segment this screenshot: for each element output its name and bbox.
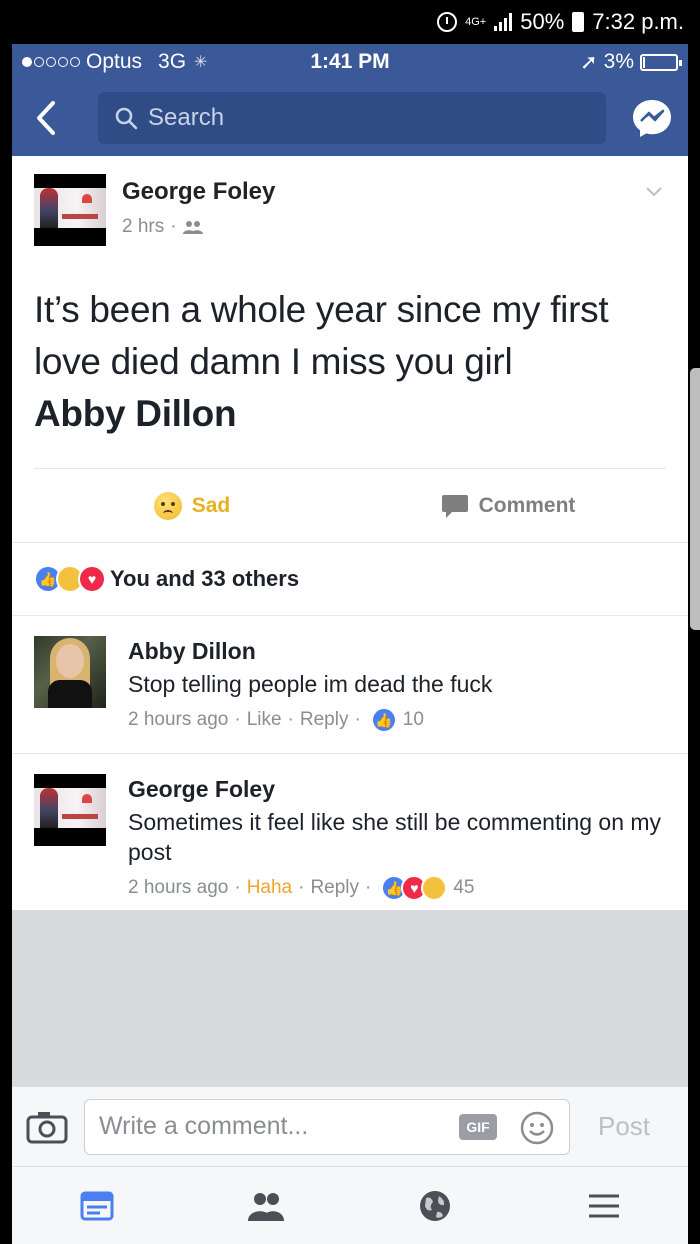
android-status-bar: 4G+ 50% 7:32 p.m. xyxy=(0,0,700,44)
like-reaction-icon: 👍 xyxy=(370,707,397,733)
scroll-handle[interactable] xyxy=(690,368,700,630)
network-type: 3G xyxy=(158,50,187,73)
messenger-icon[interactable] xyxy=(630,96,674,140)
carrier: Optus xyxy=(86,50,143,73)
menu-icon xyxy=(588,1194,619,1217)
post: George Foley 2 hrs · It’s been a whole y… xyxy=(12,156,688,542)
comment-time: 2 hours ago xyxy=(128,709,229,730)
haha-reaction-icon xyxy=(421,875,448,901)
commenter-avatar[interactable] xyxy=(34,636,106,708)
comment: Abby Dillon Stop telling people im dead … xyxy=(12,616,688,754)
reactions-summary[interactable]: 👍 ♥ You and 33 others xyxy=(12,542,688,616)
ios-status-bar: Optus 3G ✳ 1:41 PM ➚ 3% xyxy=(12,44,688,80)
gif-button[interactable]: GIF xyxy=(459,1113,497,1140)
network-type: 4G+ xyxy=(465,16,487,28)
alarm-icon xyxy=(437,12,458,32)
comment-bubble-icon xyxy=(441,494,468,518)
reaction-label: Sad xyxy=(191,493,231,517)
top-nav: Search xyxy=(12,80,688,156)
search-icon xyxy=(115,107,138,130)
reply-link[interactable]: Reply xyxy=(300,709,349,731)
signal-dots-icon xyxy=(22,57,80,67)
battery-icon xyxy=(640,53,682,71)
tab-news-feed[interactable] xyxy=(73,1182,121,1230)
signal-icon xyxy=(494,13,513,31)
haha-link[interactable]: Haha xyxy=(247,877,292,899)
activity-spinner-icon: ✳ xyxy=(194,54,208,71)
comment-button[interactable]: Comment xyxy=(350,493,666,519)
search-placeholder: Search xyxy=(148,104,225,131)
comment-composer: Write a comment... GIF Post xyxy=(12,1086,688,1166)
post-button[interactable]: Post xyxy=(598,1111,650,1142)
friends-icon xyxy=(247,1192,284,1221)
camera-icon[interactable] xyxy=(26,1110,68,1144)
comment-author[interactable]: George Foley xyxy=(128,776,666,803)
location-arrow-icon: ➚ xyxy=(580,50,598,74)
reaction-count[interactable]: 45 xyxy=(453,877,474,899)
reaction-count[interactable]: 10 xyxy=(403,709,424,731)
commenter-avatar[interactable] xyxy=(34,774,106,846)
like-link[interactable]: Like xyxy=(247,709,282,731)
android-time: 7:32 p.m. xyxy=(592,9,684,34)
bottom-tab-bar xyxy=(12,1166,688,1244)
comment-label: Comment xyxy=(478,493,576,517)
chevron-down-icon[interactable] xyxy=(644,182,664,202)
news-feed-icon xyxy=(80,1191,113,1220)
post-text: It’s been a whole year since my first lo… xyxy=(34,284,666,440)
empty-area xyxy=(12,910,688,1086)
battery-percent: 50% xyxy=(520,9,565,34)
phone-screen: Optus 3G ✳ 1:41 PM ➚ 3% Search George Fo… xyxy=(12,44,688,1244)
comment: George Foley Sometimes it feel like she … xyxy=(12,754,688,921)
sad-reaction-button[interactable]: Sad xyxy=(34,491,350,520)
sticker-smile-icon[interactable] xyxy=(519,1110,555,1146)
comment-author[interactable]: Abby Dillon xyxy=(128,638,666,665)
comment-body: Stop telling people im dead the fuck xyxy=(128,671,493,697)
search-input[interactable]: Search xyxy=(98,92,606,144)
author-avatar[interactable] xyxy=(34,174,106,246)
post-message: It’s been a whole year since my first lo… xyxy=(34,289,609,382)
battery-icon xyxy=(572,12,585,32)
tagged-person[interactable]: Abby Dillon xyxy=(34,388,666,440)
comment-placeholder: Write a comment... xyxy=(99,1112,309,1140)
sad-emoji-icon xyxy=(153,491,182,520)
back-icon[interactable] xyxy=(26,93,66,143)
post-time[interactable]: 2 hrs xyxy=(122,216,164,238)
comment-input[interactable]: Write a comment... GIF xyxy=(84,1098,570,1155)
reply-link[interactable]: Reply xyxy=(310,877,359,899)
comment-time: 2 hours ago xyxy=(128,877,229,898)
post-author[interactable]: George Foley xyxy=(122,178,275,206)
tab-menu[interactable] xyxy=(580,1182,628,1230)
battery-percent: 3% xyxy=(603,50,634,73)
reactions-text: You and 33 others xyxy=(110,566,300,591)
comment-body: Sometimes it feel like she still be comm… xyxy=(128,809,662,865)
globe-icon xyxy=(419,1190,450,1221)
friends-audience-icon xyxy=(182,221,203,234)
love-reaction-icon: ♥ xyxy=(78,565,106,593)
tab-friends[interactable] xyxy=(242,1182,290,1230)
tab-notifications[interactable] xyxy=(411,1182,459,1230)
